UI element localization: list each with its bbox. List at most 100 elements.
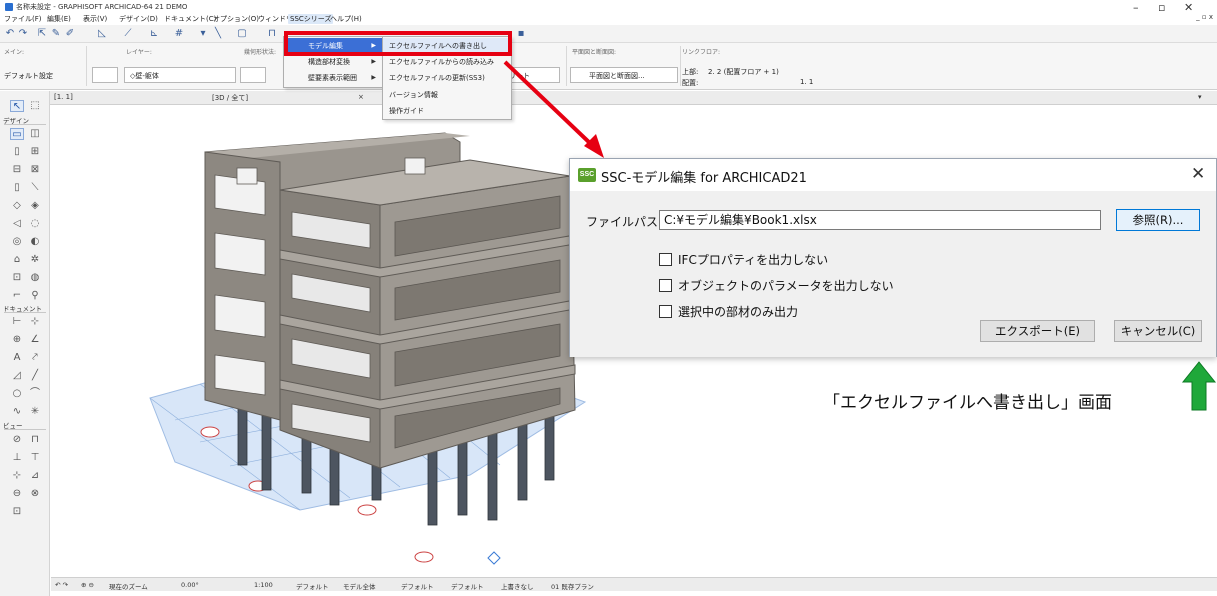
level-dimension-tool-icon[interactable]: ⊹: [28, 316, 42, 328]
shell-tool-icon[interactable]: ◈: [28, 200, 42, 212]
pencil-icon[interactable]: ✎: [50, 28, 62, 40]
redo-icon[interactable]: ↷: [17, 28, 29, 40]
angle-value[interactable]: 0.00°: [181, 581, 199, 589]
view-options-icon[interactable]: ▾: [1198, 93, 1202, 101]
marquee-icon[interactable]: ▾: [197, 28, 209, 40]
checkbox[interactable]: [659, 305, 672, 318]
menu-item-update-excel[interactable]: エクセルファイルの更新(SS3): [383, 70, 511, 86]
story-value[interactable]: 1. 1: [800, 78, 813, 86]
pen-set-value[interactable]: デフォルト: [296, 581, 329, 591]
main-value[interactable]: デフォルト設定: [4, 71, 53, 81]
zoom-label[interactable]: 現在のズーム: [109, 581, 148, 591]
undo-view-icon[interactable]: ↶ ↷: [55, 581, 68, 589]
worksheet-tool-icon[interactable]: ⊤: [28, 452, 42, 464]
corner-window-tool-icon[interactable]: ⌐: [10, 290, 24, 302]
detail-tool-icon[interactable]: ⊹: [10, 470, 24, 482]
tab-close-icon[interactable]: ×: [358, 93, 364, 101]
menu-design[interactable]: デザイン(D): [119, 14, 158, 24]
browse-button[interactable]: 参照(R)...: [1116, 209, 1200, 231]
angle-dimension-tool-icon[interactable]: ∠: [28, 334, 42, 346]
slab-tool-icon[interactable]: ▯: [10, 182, 24, 194]
figure-tool-icon[interactable]: ⊗: [28, 488, 42, 500]
radial-dimension-tool-icon[interactable]: ⊕: [10, 334, 24, 346]
layer-select[interactable]: ◇壁-躯体: [124, 67, 236, 83]
fill-tool-icon[interactable]: ◿: [10, 370, 24, 382]
curtain-wall-tool-icon[interactable]: ⊠: [28, 164, 42, 176]
checkbox[interactable]: [659, 253, 672, 266]
export-button[interactable]: エクスポート(E): [980, 320, 1095, 342]
light-tool-icon[interactable]: ✲: [28, 254, 42, 266]
spline-tool-icon[interactable]: ∿: [10, 406, 24, 418]
window-tool-icon[interactable]: ⊞: [28, 146, 42, 158]
grid-element-tool-icon[interactable]: ⊖: [10, 488, 24, 500]
marquee-tool-icon[interactable]: ⬚: [28, 100, 42, 112]
menu-item-operation-guide[interactable]: 操作ガイド: [383, 103, 511, 119]
interior-elevation-tool-icon[interactable]: ⊥: [10, 452, 24, 464]
view-toggle-icon[interactable]: ▪: [515, 28, 527, 40]
menu-item-structural-convert[interactable]: 構造部材変換 ▶: [284, 54, 382, 70]
line-tool-icon[interactable]: ╱: [28, 370, 42, 382]
menu-file[interactable]: ファイル(F): [4, 14, 42, 24]
dimension-value[interactable]: デフォルト: [451, 581, 484, 591]
label-tool-icon[interactable]: ⤤: [28, 352, 42, 364]
object-tool-icon[interactable]: ◌: [28, 218, 42, 230]
file-path-input[interactable]: C:¥モデル編集¥Book1.xlsx: [659, 210, 1101, 230]
drawing-tool-icon[interactable]: ⊡: [10, 506, 24, 518]
menu-view[interactable]: 表示(V): [83, 14, 107, 24]
pointer-tool-icon[interactable]: ⇱: [36, 28, 48, 40]
tab-3d[interactable]: [3D / 全て]: [212, 93, 248, 103]
undo-icon[interactable]: ↶: [4, 28, 16, 40]
text-tool-icon[interactable]: A: [10, 352, 24, 364]
railing-tool-icon[interactable]: ⊡: [10, 272, 24, 284]
snap-icon[interactable]: ⊾: [148, 28, 160, 40]
door-tool-icon[interactable]: ⊟: [10, 164, 24, 176]
menu-edit[interactable]: 編集(E): [47, 14, 71, 24]
floorplan-select[interactable]: 平面図と断面図...: [570, 67, 678, 83]
wall-tool-icon[interactable]: ▭: [10, 128, 24, 140]
document-window-controls[interactable]: _ ▫ x: [1196, 13, 1213, 21]
zone-tool-icon[interactable]: ◎: [10, 236, 24, 248]
menu-item-version-info[interactable]: バージョン情報: [383, 87, 511, 103]
arrow-tool-icon[interactable]: ↖: [10, 100, 24, 112]
layer-combo-value[interactable]: デフォルト: [401, 581, 434, 591]
lamp-tool-icon[interactable]: ◐: [28, 236, 42, 248]
top-value[interactable]: 2. 2 (配置フロア + 1): [708, 67, 779, 77]
line-icon[interactable]: ╲: [212, 28, 224, 40]
dialog-close-button[interactable]: ✕: [1191, 164, 1205, 184]
circle-tool-icon[interactable]: ○: [10, 388, 24, 400]
morph-tool-icon[interactable]: ◁: [10, 218, 24, 230]
checkbox[interactable]: [659, 279, 672, 292]
dimension-tool-icon[interactable]: ⊢: [10, 316, 24, 328]
lock-icon[interactable]: ⊓: [266, 28, 278, 40]
column-tool-icon[interactable]: ◫: [28, 128, 42, 140]
menu-options[interactable]: オプション(O): [213, 14, 259, 24]
mesh-tool-icon[interactable]: ⌂: [10, 254, 24, 266]
layout-icon[interactable]: ▢: [236, 28, 248, 40]
polyline-tool-icon[interactable]: ⌒: [28, 388, 42, 400]
roof-tool-icon[interactable]: ◇: [10, 200, 24, 212]
wall-type-selector[interactable]: [92, 67, 118, 83]
tab-floor-plan[interactable]: [1. 1]: [54, 93, 73, 101]
elevation-tool-icon[interactable]: ⊓: [28, 434, 42, 446]
hotspot-tool-icon[interactable]: ✳: [28, 406, 42, 418]
geometry-selector[interactable]: [240, 67, 266, 83]
menu-item-wall-display-range[interactable]: 壁要素表示範囲 ▶: [284, 70, 382, 86]
grid-icon[interactable]: #: [173, 28, 185, 40]
cancel-button[interactable]: キャンセル(C): [1114, 320, 1202, 342]
camera-tool-icon[interactable]: ⚲: [28, 290, 42, 302]
menu-item-import-excel[interactable]: エクセルファイルからの読み込み: [383, 54, 511, 70]
beam-tool-icon[interactable]: ▯: [10, 146, 24, 158]
scale-value[interactable]: 1:100: [254, 581, 273, 589]
renovation-value[interactable]: 01 既存プラン: [551, 581, 594, 591]
zoom-icon[interactable]: ⊕ ⊖: [81, 581, 94, 589]
menu-ssc-series[interactable]: SSCシリーズ: [288, 14, 334, 24]
menu-document[interactable]: ドキュメント(C): [164, 14, 216, 24]
model-view-value[interactable]: モデル全体: [343, 581, 376, 591]
change-tool-icon[interactable]: ⊿: [28, 470, 42, 482]
stair-tool-icon[interactable]: ⟍: [28, 182, 42, 194]
skylight-tool-icon[interactable]: ◍: [28, 272, 42, 284]
trace-icon[interactable]: ◺: [96, 28, 108, 40]
pen-icon[interactable]: ✐: [64, 28, 76, 40]
guide-line-icon[interactable]: ⟋: [122, 28, 134, 40]
menu-help[interactable]: ヘルプ(H): [330, 14, 362, 24]
